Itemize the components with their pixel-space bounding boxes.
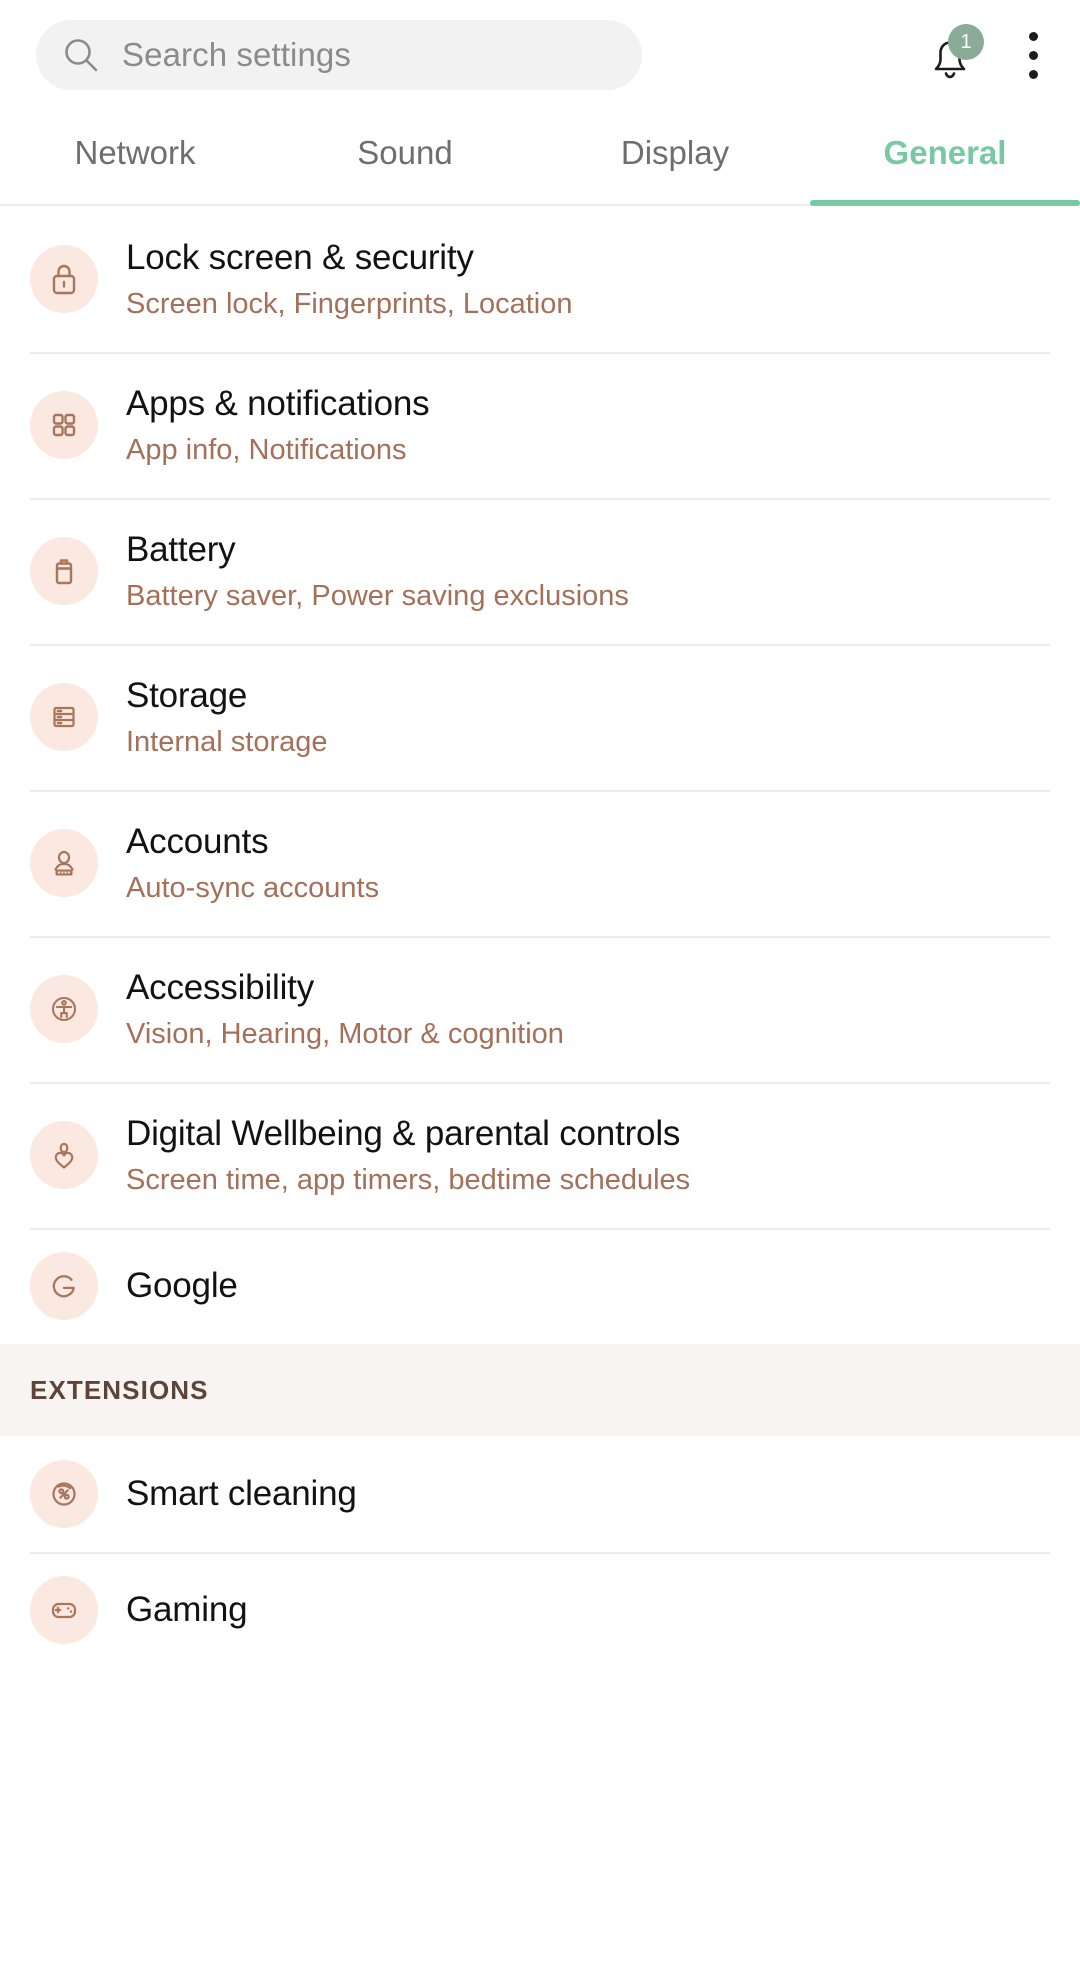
list-item-text: Lock screen & security Screen lock, Fing… (126, 236, 573, 323)
list-item-text: Gaming (126, 1588, 248, 1632)
list-item-subtitle: Vision, Hearing, Motor & cognition (126, 1018, 564, 1051)
notifications-button[interactable]: 1 (924, 24, 984, 86)
extensions-list: Smart cleaning Gaming (0, 1436, 1080, 1668)
tab-general[interactable]: General (810, 110, 1080, 206)
list-item-text: Digital Wellbeing & parental controls Sc… (126, 1112, 690, 1199)
list-item-subtitle: Battery saver, Power saving exclusions (126, 580, 629, 613)
tab-display[interactable]: Display (540, 110, 810, 204)
list-item-title: Storage (126, 675, 248, 715)
list-item-text: Storage Internal storage (126, 674, 328, 761)
search-placeholder: Search settings (122, 36, 351, 73)
search-input[interactable]: Search settings (36, 20, 642, 90)
list-item-subtitle: Screen time, app timers, bedtime schedul… (126, 1164, 691, 1197)
smart-cleaning-icon (30, 1460, 98, 1528)
list-item-storage[interactable]: Storage Internal storage (0, 644, 1080, 790)
list-item-lock-screen-security[interactable]: Lock screen & security Screen lock, Fing… (0, 206, 1080, 352)
list-item-text: Battery Battery saver, Power saving excl… (126, 528, 629, 615)
list-item-title: Google (126, 1266, 238, 1306)
top-app-bar: Search settings 1 (0, 0, 1080, 110)
gaming-icon (30, 1576, 98, 1644)
tab-network-label: Network (74, 134, 196, 171)
tab-network[interactable]: Network (0, 110, 270, 204)
apps-grid-icon (30, 391, 98, 459)
list-item-accessibility[interactable]: Accessibility Vision, Hearing, Motor & c… (0, 936, 1080, 1082)
top-bar-actions: 1 (924, 24, 1044, 86)
section-header-extensions: EXTENSIONS (0, 1344, 1080, 1436)
accounts-icon (30, 829, 98, 897)
kebab-dot-2 (1028, 50, 1038, 60)
battery-icon (30, 537, 98, 605)
storage-icon (30, 683, 98, 751)
settings-list: Lock screen & security Screen lock, Fing… (0, 206, 1080, 1344)
list-item-smart-cleaning[interactable]: Smart cleaning (0, 1436, 1080, 1552)
tab-sound-label: Sound (357, 134, 453, 171)
list-item-digital-wellbeing[interactable]: Digital Wellbeing & parental controls Sc… (0, 1082, 1080, 1228)
kebab-menu-icon[interactable] (1028, 31, 1038, 79)
kebab-dot-3 (1028, 69, 1038, 79)
digital-wellbeing-icon (30, 1121, 98, 1189)
list-item-title: Gaming (126, 1590, 248, 1630)
tab-display-label: Display (620, 134, 730, 171)
list-item-subtitle: App info, Notifications (126, 434, 407, 467)
list-item-accounts[interactable]: Accounts Auto-sync accounts (0, 790, 1080, 936)
list-item-text: Google (126, 1264, 238, 1308)
list-item-text: Apps & notifications App info, Notificat… (126, 382, 430, 469)
tab-sound[interactable]: Sound (270, 110, 540, 204)
list-item-google[interactable]: Google (0, 1228, 1080, 1344)
list-item-subtitle: Screen lock, Fingerprints, Location (126, 288, 573, 321)
list-item-battery[interactable]: Battery Battery saver, Power saving excl… (0, 498, 1080, 644)
notification-badge: 1 (948, 24, 984, 60)
tab-general-label: General (883, 134, 1007, 171)
kebab-dot-1 (1028, 31, 1038, 41)
list-item-text: Accounts Auto-sync accounts (126, 820, 379, 907)
list-item-gaming[interactable]: Gaming (0, 1552, 1080, 1668)
list-item-text: Smart cleaning (126, 1472, 357, 1516)
list-item-apps-notifications[interactable]: Apps & notifications App info, Notificat… (0, 352, 1080, 498)
settings-tabs: Network Sound Display General (0, 110, 1080, 206)
list-item-title: Smart cleaning (126, 1474, 357, 1514)
list-item-title: Accounts (126, 821, 269, 861)
list-item-title: Battery (126, 529, 236, 569)
list-item-title: Digital Wellbeing & parental controls (126, 1113, 681, 1153)
search-icon (62, 36, 100, 74)
list-item-title: Accessibility (126, 967, 315, 1007)
google-icon (30, 1252, 98, 1320)
list-item-text: Accessibility Vision, Hearing, Motor & c… (126, 966, 564, 1053)
section-header-label: EXTENSIONS (30, 1374, 209, 1405)
list-item-title: Lock screen & security (126, 237, 474, 277)
lock-icon (30, 245, 98, 313)
list-item-title: Apps & notifications (126, 383, 430, 423)
accessibility-icon (30, 975, 98, 1043)
list-item-subtitle: Auto-sync accounts (126, 872, 380, 905)
list-item-subtitle: Internal storage (126, 726, 328, 759)
